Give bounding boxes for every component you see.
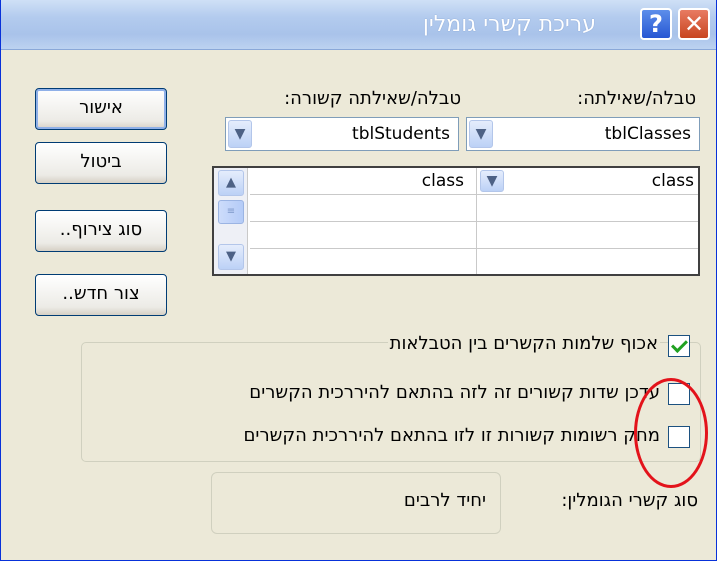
- table-combobox-value: tblClasses: [604, 124, 691, 144]
- chevron-up-icon[interactable]: ▲: [218, 170, 244, 196]
- chevron-down-icon[interactable]: ▼: [480, 170, 504, 192]
- scrollbar-thumb[interactable]: ≡: [218, 200, 244, 224]
- relationship-type-label: סוג קשרי הגומלין:: [561, 490, 698, 511]
- relationship-type-value: יחיד לרבים: [403, 490, 486, 511]
- fields-grid[interactable]: ▲ ≡ ▼ class ▼ class: [212, 166, 700, 276]
- enforce-integrity-label[interactable]: אכוף שלמות הקשרים בין הטבלאות: [387, 333, 660, 354]
- grid-cell-related-field[interactable]: class: [422, 171, 464, 191]
- close-button[interactable]: ✕: [678, 8, 710, 40]
- title-bar[interactable]: עריכת קשרי גומלין ? ✕: [1, 0, 716, 50]
- chevron-down-icon[interactable]: ▼: [228, 120, 252, 148]
- enforce-integrity-checkbox[interactable]: [668, 335, 690, 357]
- close-icon: ✕: [683, 10, 705, 38]
- chevron-down-icon[interactable]: ▼: [469, 120, 493, 148]
- grid-cell-field[interactable]: class: [652, 171, 694, 191]
- table-label: טבלה/שאילתה:: [577, 88, 696, 109]
- help-button[interactable]: ?: [640, 8, 672, 40]
- grid-row-divider: [250, 248, 698, 249]
- related-table-combobox[interactable]: tblStudents ▼: [225, 117, 459, 151]
- help-icon: ?: [649, 10, 663, 38]
- ok-button[interactable]: אישור: [35, 88, 167, 130]
- grid-row-divider: [250, 221, 698, 222]
- related-table-combobox-value: tblStudents: [352, 124, 450, 144]
- join-type-button[interactable]: סוג צירוף..: [35, 210, 167, 252]
- cascade-delete-label[interactable]: מחק רשומות קשורות זו לזו בהתאם להיררכית …: [243, 425, 660, 446]
- relationship-type-box: יחיד לרבים: [211, 472, 501, 534]
- chevron-down-icon[interactable]: ▼: [218, 244, 244, 270]
- related-table-label: טבלה/שאילתה קשורה:: [284, 88, 461, 109]
- cancel-button[interactable]: ביטול: [35, 142, 167, 184]
- annotation-circle: [634, 378, 708, 488]
- edit-relationships-dialog: עריכת קשרי גומלין ? ✕ טבלה/שאילתה: טבלה/…: [0, 0, 717, 561]
- grid-row-divider: [250, 194, 698, 195]
- table-combobox[interactable]: tblClasses ▼: [466, 117, 700, 151]
- window-title: עריכת קשרי גומלין: [422, 12, 596, 37]
- create-new-button[interactable]: צור חדש..: [35, 274, 167, 316]
- cascade-update-label[interactable]: עדכן שדות קשורים זה לזה בהתאם להיררכית ה…: [249, 382, 660, 403]
- grid-scrollbar[interactable]: ▲ ≡ ▼: [214, 168, 248, 274]
